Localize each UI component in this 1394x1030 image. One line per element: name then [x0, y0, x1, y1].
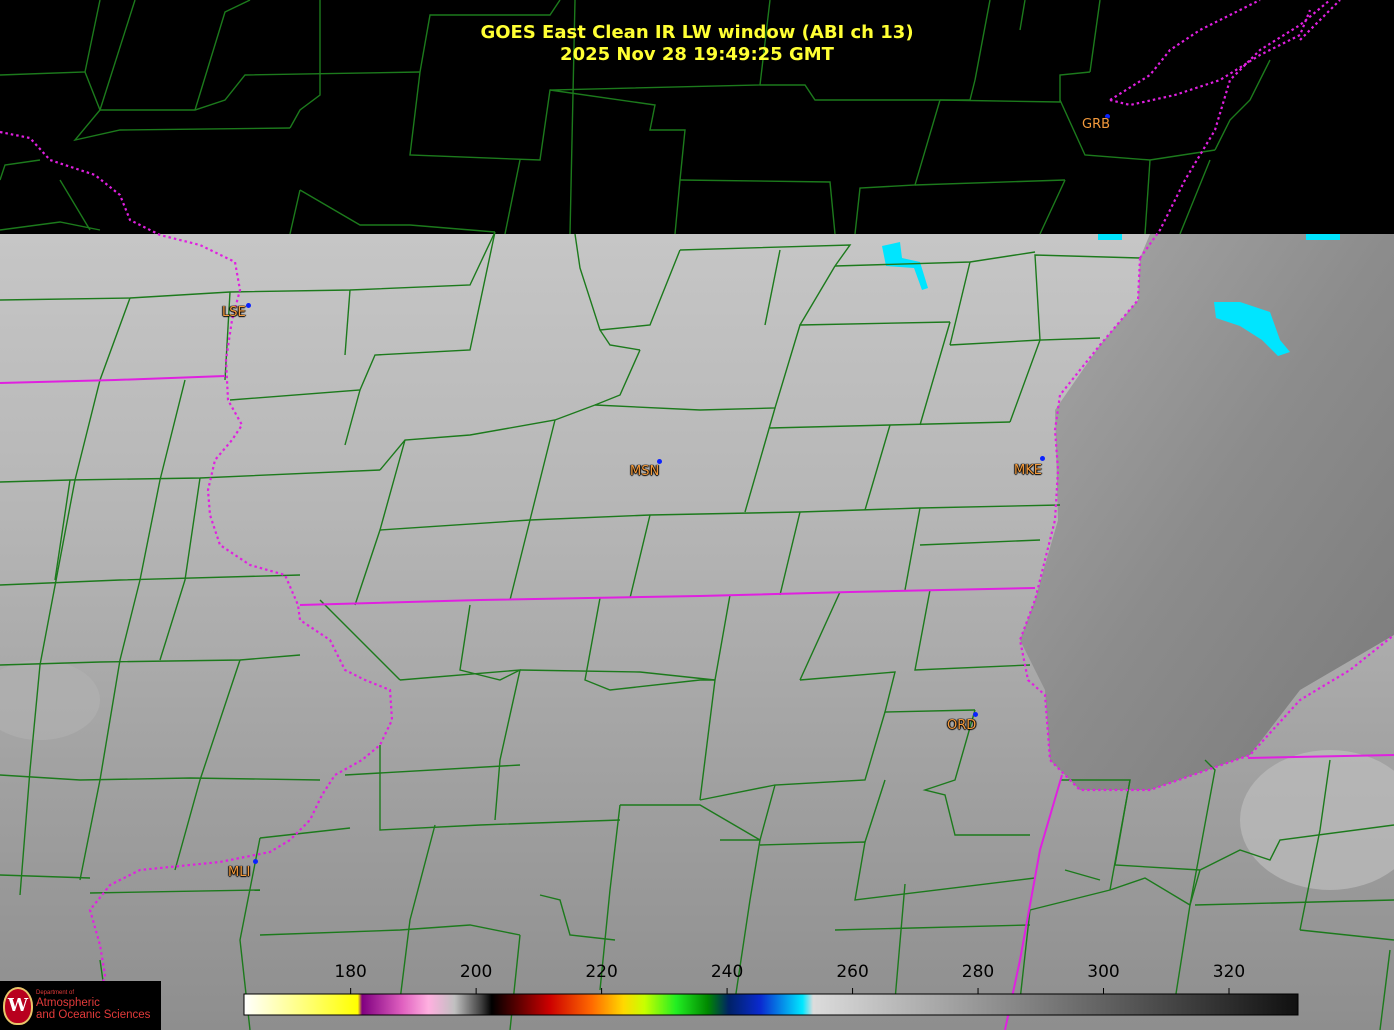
station-dot-ord	[973, 712, 978, 717]
colorbar-tick-label: 280	[961, 962, 995, 982]
station-dot-mli	[253, 859, 258, 864]
station-label-lse[interactable]: LSE	[222, 305, 246, 320]
station-label-msn[interactable]: MSN	[630, 464, 659, 479]
station-label-grb[interactable]: GRB	[1082, 117, 1110, 132]
colorbar-tick-label: 240	[710, 962, 744, 982]
cold-cloud-top	[1306, 234, 1340, 240]
colorbar-tick-label: 220	[585, 962, 618, 982]
station-label-ord[interactable]: ORD	[947, 718, 976, 733]
uw-seal-icon: W	[3, 986, 33, 1025]
station-label-mke[interactable]: MKE	[1014, 463, 1042, 478]
station-label-mli[interactable]: MLI	[228, 865, 250, 880]
station-dot-lse	[246, 303, 251, 308]
colorbar-tick-label: 180	[334, 962, 367, 982]
colorbar-tick-label: 300	[1087, 962, 1120, 982]
colorbar	[243, 993, 1299, 1016]
satellite-map[interactable]	[0, 0, 1394, 1030]
logo-text: Department of Atmospheric and Oceanic Sc…	[36, 990, 150, 1021]
logo-line2: and Oceanic Sciences	[36, 1009, 151, 1021]
station-dot-mke	[1040, 456, 1045, 461]
logo-dept: Department of	[36, 990, 75, 996]
colorbar-tick-label: 320	[1212, 962, 1246, 982]
colorbar-tick-label: 200	[459, 962, 493, 982]
image-title: GOES East Clean IR LW window (ABI ch 13)…	[0, 22, 1394, 66]
title-timestamp: 2025 Nov 28 19:49:25 GMT	[560, 44, 834, 65]
logo-line1: Atmospheric	[36, 997, 100, 1009]
colorbar-tick-label: 260	[836, 962, 869, 982]
title-product: GOES East Clean IR LW window (ABI ch 13)	[480, 22, 914, 43]
aos-logo: W Department of Atmospheric and Oceanic …	[0, 981, 161, 1030]
cold-cloud-top	[1098, 234, 1122, 240]
